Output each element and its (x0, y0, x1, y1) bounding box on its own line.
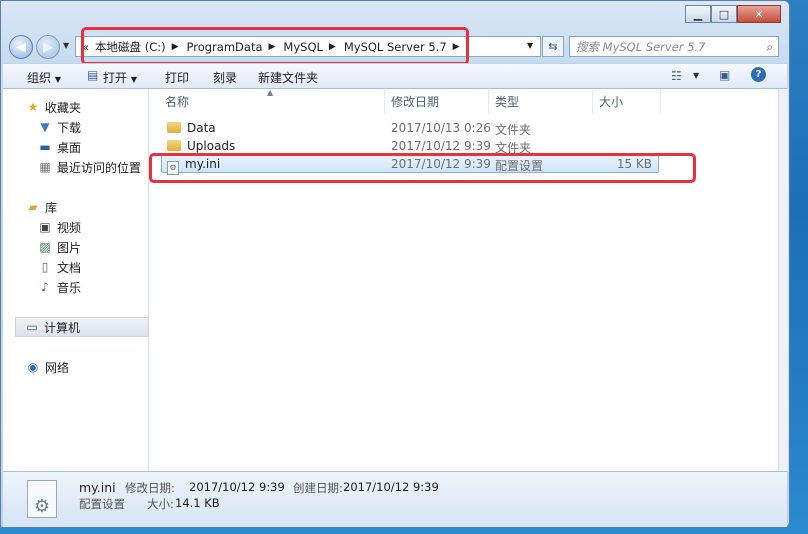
file-highlight-box (149, 153, 696, 183)
close-button[interactable]: ✕ (737, 5, 781, 23)
minimize-button[interactable]: ▁ (685, 5, 711, 23)
sidebar-label: 音乐 (57, 280, 82, 295)
sidebar-label: 最近访问的位置 (57, 160, 142, 175)
search-input[interactable]: 搜索 MySQL Server 5.7 ⌕ (569, 36, 779, 57)
sidebar-label: 网络 (45, 360, 70, 375)
back-arrow-icon: ◀ (16, 39, 26, 55)
history-dropdown-icon[interactable]: ▼ (63, 41, 69, 50)
search-icon[interactable]: ⌕ (766, 40, 773, 55)
column-header-name[interactable]: 名称 (159, 89, 385, 113)
video-icon: ▣ (39, 220, 51, 234)
sidebar-label: 计算机 (44, 320, 81, 335)
open-button[interactable]: 打开 ▼ (103, 69, 137, 86)
file-list: ▲ 名称 修改日期 类型 大小 Data 2017/10/13 0:26 文件夹… (149, 88, 778, 471)
sidebar-label: 收藏夹 (45, 100, 82, 115)
column-header-modified[interactable]: 修改日期 (385, 89, 489, 113)
forward-button[interactable]: ▶ (36, 35, 60, 59)
column-header-size[interactable]: 大小 (593, 89, 661, 113)
music-icon: ♪ (41, 280, 49, 294)
refresh-icon: ⇆ (548, 40, 558, 53)
desktop-icon: ▬ (39, 140, 51, 154)
back-button[interactable]: ◀ (9, 35, 33, 59)
folder-icon (167, 140, 181, 151)
details-pane: ⚙ my.ini 配置设置 修改日期: 2017/10/12 9:39 大小: … (3, 471, 787, 527)
open-label: 打开 (103, 71, 128, 85)
file-modified: 2017/10/12 9:39 (391, 139, 491, 153)
details-created-value: 2017/10/12 9:39 (343, 480, 439, 494)
navigation-pane: ★ 收藏夹 ▼ 下载 ▬ 桌面 ▦ 最近访问的位置 ▰ 库 ▣ 视频 ▨ 图片 ▯ 文档 ♪ 音乐… (3, 89, 149, 471)
sidebar-label: 下载 (57, 120, 82, 135)
refresh-button[interactable]: ⇆ (542, 36, 564, 57)
new-folder-button[interactable]: 新建文件夹 (258, 69, 318, 86)
address-highlight-box (81, 27, 469, 65)
address-dropdown-icon[interactable]: ▼ (527, 41, 533, 50)
view-dropdown-icon[interactable]: ▼ (693, 71, 699, 80)
details-filename: my.ini (79, 480, 116, 495)
network-icon: ◉ (27, 360, 39, 374)
command-bar: 组织 ▼ ▤ 打开 ▼ 打印 刻录 新建文件夹 ☷ ▼ ▣ ? (3, 63, 787, 89)
file-name: Data (187, 121, 216, 135)
sidebar-label: 库 (45, 200, 58, 215)
preview-pane-icon[interactable]: ▣ (719, 68, 730, 82)
sidebar-label: 视频 (57, 220, 82, 235)
library-icon: ▰ (28, 200, 38, 214)
dropdown-arrow-icon: ▼ (54, 75, 61, 84)
details-type: 配置设置 (79, 497, 125, 511)
details-modified-label: 修改日期: (125, 481, 175, 495)
sidebar-label: 图片 (57, 240, 82, 255)
column-header-type[interactable]: 类型 (489, 89, 593, 113)
details-modified-value: 2017/10/12 9:39 (189, 480, 285, 494)
details-size-label: 大小: (147, 497, 174, 511)
print-button[interactable]: 打印 (165, 69, 189, 86)
organize-label: 组织 (27, 71, 52, 85)
sidebar-label: 桌面 (57, 140, 82, 155)
sidebar-label: 文档 (57, 260, 82, 275)
pictures-icon: ▨ (39, 240, 51, 254)
documents-icon: ▯ (41, 260, 49, 274)
organize-button[interactable]: 组织 ▼ (27, 69, 61, 86)
forward-arrow-icon: ▶ (43, 39, 53, 55)
open-icon: ▤ (87, 68, 99, 82)
details-created-label: 创建日期: (293, 481, 343, 495)
recent-places-icon: ▦ (39, 160, 51, 174)
computer-icon: ▭ (26, 320, 38, 334)
dropdown-arrow-icon: ▼ (130, 75, 137, 84)
sidebar-item-computer[interactable]: ▭ 计算机 (15, 317, 149, 337)
file-modified: 2017/10/13 0:26 (391, 121, 491, 135)
star-icon: ★ (27, 100, 39, 114)
help-icon[interactable]: ? (751, 67, 766, 82)
file-name: Uploads (187, 139, 236, 153)
vertical-scrollbar[interactable] (778, 89, 788, 471)
download-folder-icon: ▼ (40, 120, 50, 134)
table-row[interactable]: Data 2017/10/13 0:26 文件夹 (161, 119, 659, 138)
search-placeholder: 搜索 MySQL Server 5.7 (576, 39, 706, 54)
maximize-button[interactable]: □ (711, 5, 737, 23)
explorer-window: ▁ □ ✕ ◀ ▶ ▼ « 本地磁盘 (C:) ▶ ProgramData ▶ My… (0, 0, 790, 528)
config-file-large-icon: ⚙ (27, 480, 57, 518)
burn-button[interactable]: 刻录 (213, 69, 237, 86)
file-type: 文件夹 (495, 123, 532, 137)
caption-buttons: ▁ □ ✕ (685, 5, 781, 23)
folder-icon (167, 122, 181, 133)
view-options-icon[interactable]: ☷ (671, 69, 682, 83)
details-size-value: 14.1 KB (175, 496, 220, 510)
